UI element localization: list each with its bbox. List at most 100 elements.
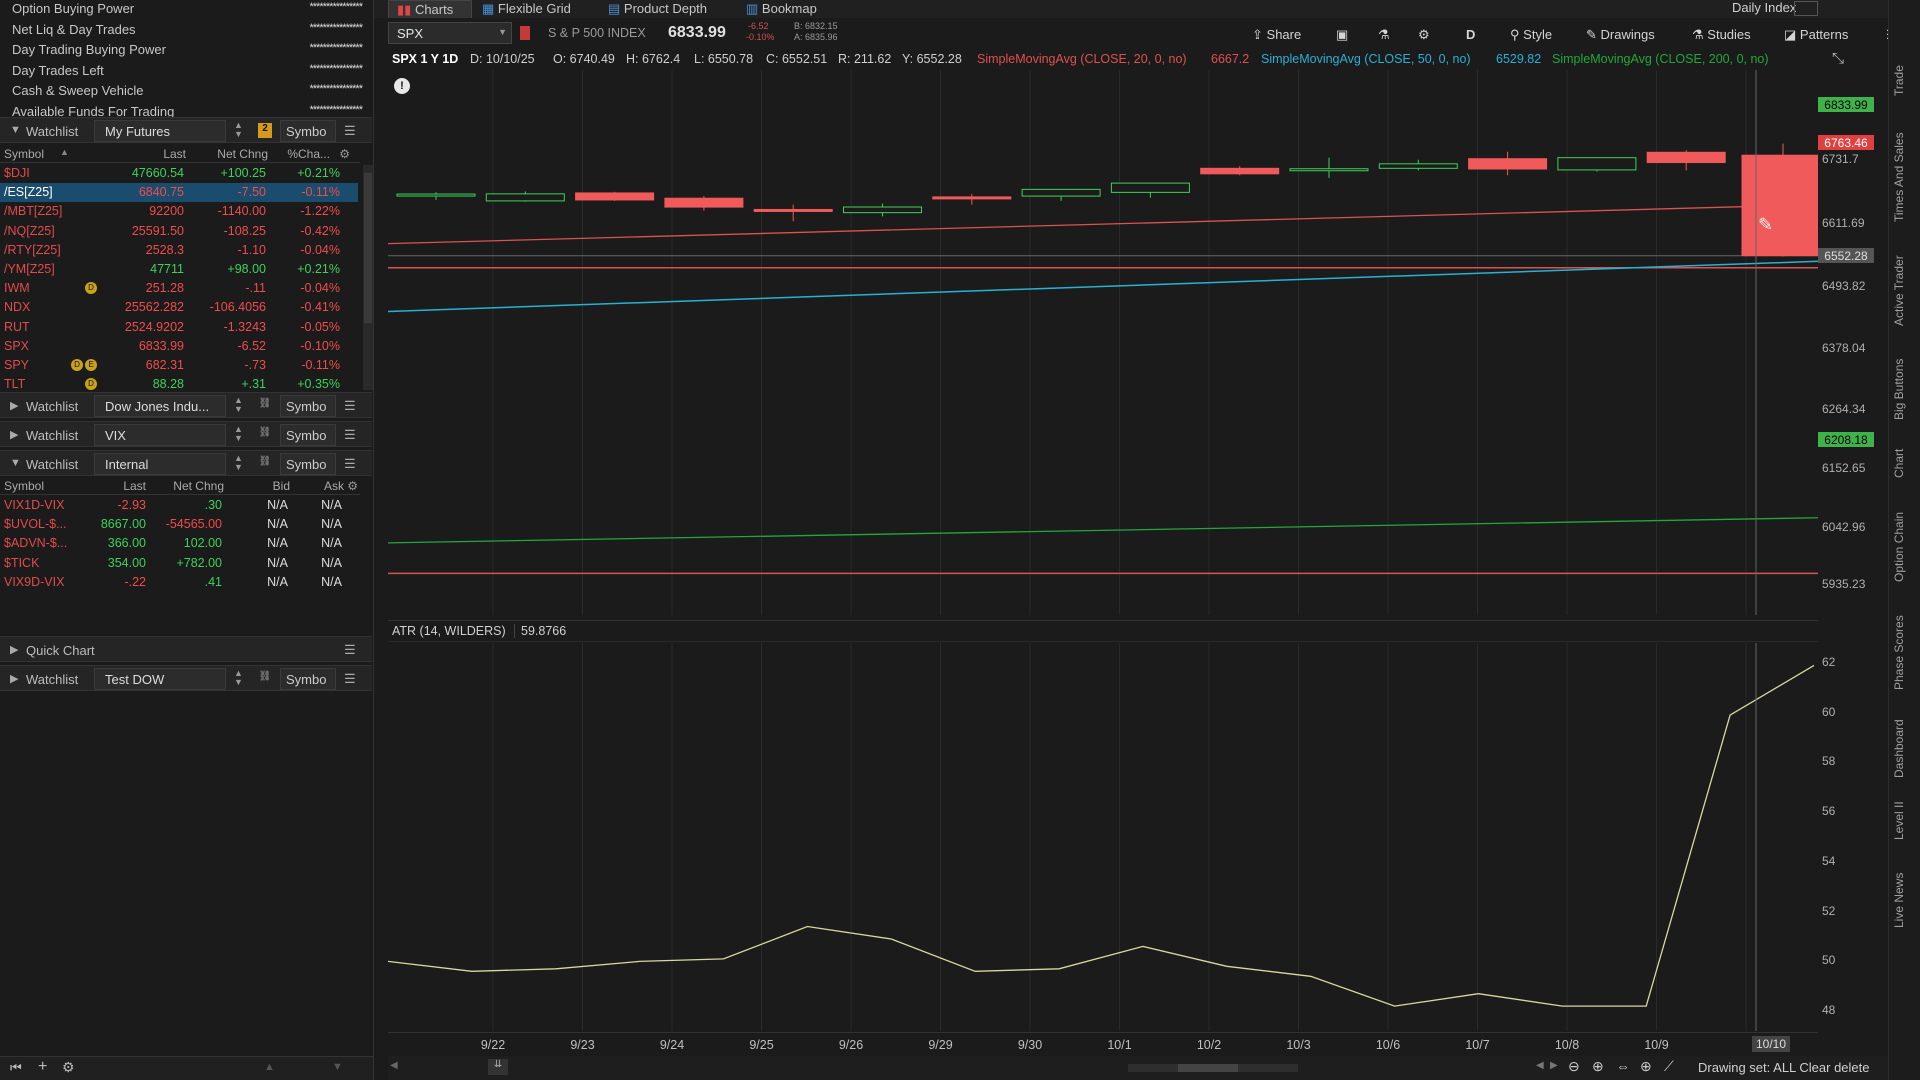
scroll-left-icon[interactable]: ◀: [390, 1060, 398, 1071]
spinner-icon[interactable]: ▲ ▼: [234, 669, 243, 687]
symbol-cell[interactable]: NDX: [4, 300, 30, 314]
zoom-out-icon[interactable]: ⊖: [1568, 1058, 1580, 1075]
symbol-input[interactable]: Symbo: [280, 395, 336, 417]
side-tab[interactable]: Phase Scores: [1892, 615, 1906, 690]
column-header[interactable]: Symbol ▲ Last Net Chng %Cha... ⚙: [0, 145, 360, 163]
gear-icon[interactable]: ⚙: [62, 1059, 75, 1076]
symbol-input[interactable]: Symbo: [280, 668, 336, 690]
link-icon[interactable]: ⛓: [258, 671, 272, 686]
account-row[interactable]: Option Buying Power ****************: [0, 0, 370, 18]
zoom-in-icon[interactable]: ⊕: [1592, 1058, 1604, 1075]
watchlist-name-select[interactable]: Test DOW: [94, 668, 226, 690]
watchlist-name-select[interactable]: Internal: [94, 453, 226, 475]
first-icon[interactable]: ⏮: [10, 1060, 22, 1076]
flask-button[interactable]: ⚗: [1378, 24, 1390, 46]
chevron-right-icon[interactable]: ▶: [10, 399, 18, 412]
daily-index-label[interactable]: Daily Index: [1732, 0, 1796, 15]
spinner-icon[interactable]: ▲ ▼: [234, 425, 243, 443]
menu-icon[interactable]: ☰: [344, 427, 356, 443]
symbol-cell[interactable]: $DJI: [4, 166, 30, 180]
table-row[interactable]: VIX1D-VIX -2.93 .30 N/A N/A: [0, 496, 358, 515]
table-row[interactable]: NDX 25562.282 -106.4056 -0.41%: [0, 298, 358, 317]
col-symbol[interactable]: Symbol: [4, 147, 44, 161]
horizontal-scrollbar[interactable]: [1128, 1064, 1298, 1072]
watchlist-name-select[interactable]: VIX: [94, 424, 226, 446]
settings-button[interactable]: ⚙: [1418, 24, 1430, 46]
tab-charts[interactable]: ▮▮ Charts: [388, 0, 472, 18]
symbol-cell[interactable]: /YM[Z25]: [4, 262, 55, 276]
candle-body[interactable]: [1200, 167, 1280, 175]
candle-body[interactable]: [664, 197, 744, 208]
settings-gear-icon[interactable]: ⚙: [339, 147, 350, 161]
watchlist-header-vix[interactable]: ▶ Watchlist VIX ▲ ▼ ⛓ Symbo ☰: [0, 421, 372, 447]
side-tab[interactable]: Times And Sales: [1892, 132, 1906, 222]
symbol-cell[interactable]: SPY: [4, 358, 29, 372]
link-color-icon[interactable]: [520, 26, 530, 40]
chart-symbol-period[interactable]: SPX 1 Y 1D: [392, 52, 458, 66]
sma50-label[interactable]: SimpleMovingAvg (CLOSE, 50, 0, no): [1261, 52, 1471, 66]
candle-body[interactable]: [1468, 158, 1548, 170]
table-row[interactable]: /YM[Z25] 47711 +98.00 +0.21%: [0, 260, 358, 279]
candle-body[interactable]: [1378, 163, 1458, 169]
collapse-icon[interactable]: ⤡: [1832, 50, 1844, 67]
col-last[interactable]: Last: [163, 147, 186, 161]
scroll-up-icon[interactable]: ▲: [264, 1061, 275, 1073]
alert-icon[interactable]: !: [394, 78, 410, 94]
atr-chart[interactable]: [388, 643, 1818, 1031]
watchlist-name-select[interactable]: Dow Jones Indu...: [94, 395, 226, 417]
menu-icon[interactable]: ☰: [344, 398, 356, 414]
symbol-cell[interactable]: $TICK: [4, 556, 39, 570]
candle-body[interactable]: [1021, 188, 1101, 197]
menu-icon[interactable]: ☰: [344, 123, 356, 139]
candle-body[interactable]: [843, 206, 922, 214]
symbol-input[interactable]: Symbo: [280, 453, 336, 475]
symbol-cell[interactable]: $UVOL-$...: [4, 517, 67, 531]
chevron-right-icon[interactable]: ▶: [10, 643, 18, 656]
grid-button[interactable]: ▣: [1336, 24, 1348, 46]
pan-icon[interactable]: ⇔: [1616, 1058, 1630, 1074]
style-button[interactable]: ⚲ Style: [1510, 24, 1552, 46]
candle-body[interactable]: [1289, 168, 1369, 172]
sma200-label[interactable]: SimpleMovingAvg (CLOSE, 200, 0, no): [1552, 52, 1769, 66]
symbol-cell[interactable]: /MBT[Z25]: [4, 204, 62, 218]
symbol-cell[interactable]: VIX9D-VIX: [4, 575, 64, 589]
link-icon[interactable]: ⛓: [258, 398, 272, 413]
watchlist-header-test-dow[interactable]: ▶ Watchlist Test DOW ▲ ▼ ⛓ Symbo ☰: [0, 665, 372, 691]
scroll-right-icon[interactable]: ▶: [1550, 1060, 1558, 1071]
table-row[interactable]: SPY 682.31 -.73 -0.11% D E: [0, 356, 358, 375]
table-row[interactable]: /MBT[Z25] 92200 -1140.00 -1.22%: [0, 202, 358, 221]
chevron-down-icon[interactable]: ▼: [498, 27, 507, 37]
table-row[interactable]: /RTY[Z25] 2528.3 -1.10 -0.04%: [0, 241, 358, 260]
quick-chart-header[interactable]: ▶ Quick Chart ☰: [0, 636, 372, 662]
side-tab[interactable]: Option Chain: [1892, 512, 1906, 582]
table-row[interactable]: $DJI 47660.54 +100.25 +0.21%: [0, 164, 358, 183]
menu-icon[interactable]: ☰: [344, 456, 356, 472]
symbol-input[interactable]: Symbo: [280, 120, 336, 142]
tab-flexible-grid[interactable]: ▦ Flexible Grid: [482, 0, 592, 18]
patterns-button[interactable]: ◪ Patterns: [1784, 24, 1848, 46]
share-button[interactable]: ⇪ Share: [1252, 24, 1301, 46]
tab-product-depth[interactable]: ▤ Product Depth: [608, 0, 728, 18]
table-row[interactable]: $UVOL-$... 8667.00 -54565.00 N/A N/A: [0, 515, 358, 534]
crosshair-icon[interactable]: ⊕: [1640, 1058, 1652, 1075]
side-tab[interactable]: Active Trader: [1892, 255, 1906, 326]
col-pct-change[interactable]: %Cha...: [287, 147, 330, 161]
table-row[interactable]: VIX9D-VIX -.22 .41 N/A N/A: [0, 573, 358, 592]
account-row[interactable]: Net Liq & Day Trades ****************: [0, 19, 370, 39]
atr-label[interactable]: ATR (14, WILDERS): [392, 624, 506, 638]
link-icon[interactable]: ⛓: [258, 456, 272, 471]
chevron-right-icon[interactable]: ▶: [10, 428, 18, 441]
drawing-status[interactable]: Drawing set: ALL Clear delete: [1698, 1060, 1870, 1075]
menu-icon[interactable]: ☰: [344, 671, 356, 687]
table-row[interactable]: /NQ[Z25] 25591.50 -108.25 -0.42%: [0, 222, 358, 241]
account-row[interactable]: Day Trades Left ****************: [0, 60, 370, 80]
side-tab[interactable]: Dashboard: [1892, 719, 1906, 778]
table-row[interactable]: RUT 2524.9202 -1.3243 -0.05%: [0, 318, 358, 337]
sma20-label[interactable]: SimpleMovingAvg (CLOSE, 20, 0, no): [977, 52, 1187, 66]
table-row[interactable]: $ADVN-$... 366.00 102.00 N/A N/A: [0, 534, 358, 553]
link-icon[interactable]: ⛓: [258, 427, 272, 442]
symbol-cell[interactable]: /RTY[Z25]: [4, 243, 61, 257]
watchlist-header-internal[interactable]: ▼ Watchlist Internal ▲ ▼ ⛓ Symbo ☰: [0, 450, 372, 476]
draw-line-icon[interactable]: ⟋: [1664, 1058, 1674, 1075]
drawings-button[interactable]: ✎ Drawings: [1586, 24, 1655, 46]
